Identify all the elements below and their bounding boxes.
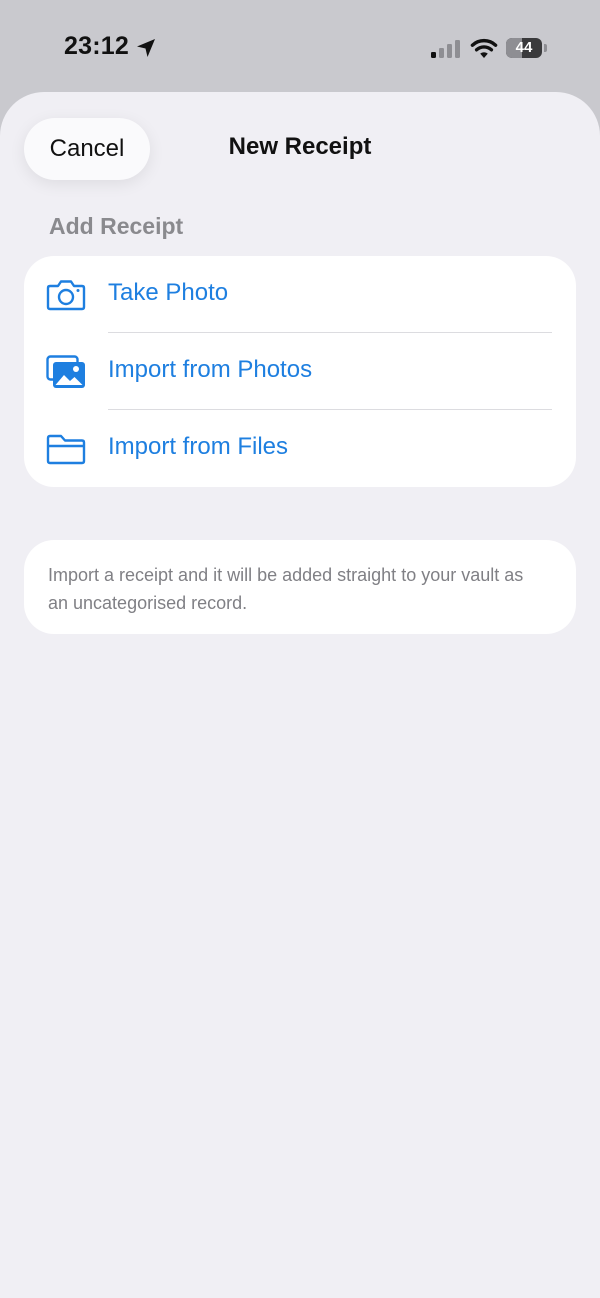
import-from-files-option[interactable]: Import from Files: [24, 410, 576, 487]
battery-body: 44: [506, 38, 542, 58]
add-receipt-options: Take Photo Import from Photos Import fro…: [24, 256, 576, 487]
status-bar: 23:12 44: [0, 0, 600, 96]
location-arrow-icon: [137, 39, 155, 57]
new-receipt-sheet: Cancel New Receipt Add Receipt Take Phot…: [0, 92, 600, 1298]
photos-icon: [46, 355, 85, 388]
page-title: New Receipt: [228, 133, 372, 160]
import-from-files-label: Import from Files: [108, 433, 289, 460]
battery-icon: 44: [506, 38, 547, 58]
section-header-add-receipt: Add Receipt: [49, 213, 184, 239]
take-photo-label: Take Photo: [108, 279, 229, 306]
import-from-photos-label: Import from Photos: [108, 356, 313, 383]
import-from-photos-option[interactable]: Import from Photos: [24, 333, 576, 410]
info-text: Import a receipt and it will be added st…: [48, 565, 524, 613]
camera-icon: [46, 280, 86, 311]
cellular-signal-icon: [431, 40, 460, 58]
battery-nub: [544, 44, 547, 52]
battery-level: 44: [515, 39, 533, 56]
wifi-icon: [470, 38, 498, 58]
info-card: Import a receipt and it will be added st…: [24, 540, 576, 634]
status-time: 23:12: [64, 32, 129, 60]
folder-icon: [46, 434, 86, 465]
take-photo-option[interactable]: Take Photo: [24, 256, 576, 333]
